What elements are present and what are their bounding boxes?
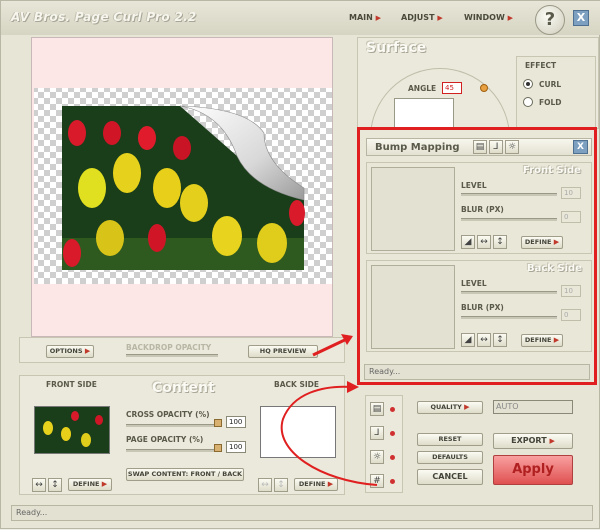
app-window: AV Bros. Page Curl Pro 2.2 MAIN ▶ ADJUST… bbox=[0, 0, 600, 529]
arrow-from-tool-strip bbox=[280, 385, 378, 486]
annotation-arrows bbox=[280, 334, 378, 486]
